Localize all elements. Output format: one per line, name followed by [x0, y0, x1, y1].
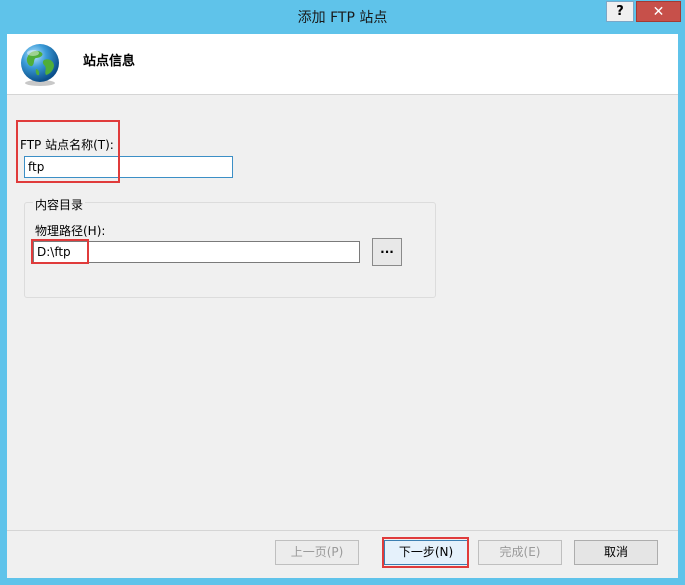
close-button[interactable]: ✕: [636, 1, 681, 22]
wizard-header: 站点信息: [7, 34, 678, 95]
physical-path-label: 物理路径(H):: [35, 224, 106, 238]
browse-button[interactable]: ...: [372, 238, 402, 266]
highlight-next-button: [382, 537, 469, 568]
highlight-site-name: [16, 120, 120, 183]
page-title: 站点信息: [83, 54, 136, 69]
window-title: 添加 FTP 站点: [297, 10, 388, 26]
footer-divider: [7, 530, 678, 531]
highlight-physical-path: [31, 239, 89, 264]
globe-icon: [21, 44, 59, 86]
finish-button[interactable]: 完成(E): [478, 540, 562, 565]
title-bar: 添加 FTP 站点 ? ✕: [0, 0, 685, 34]
help-button[interactable]: ?: [606, 1, 634, 22]
cancel-button[interactable]: 取消: [574, 540, 658, 565]
previous-button[interactable]: 上一页(P): [275, 540, 359, 565]
dialog-body: 站点信息 FTP 站点名称(T): 内容目录 物理路径(H): ... 上一页(…: [7, 34, 678, 578]
content-directory-label: 内容目录: [33, 196, 86, 213]
